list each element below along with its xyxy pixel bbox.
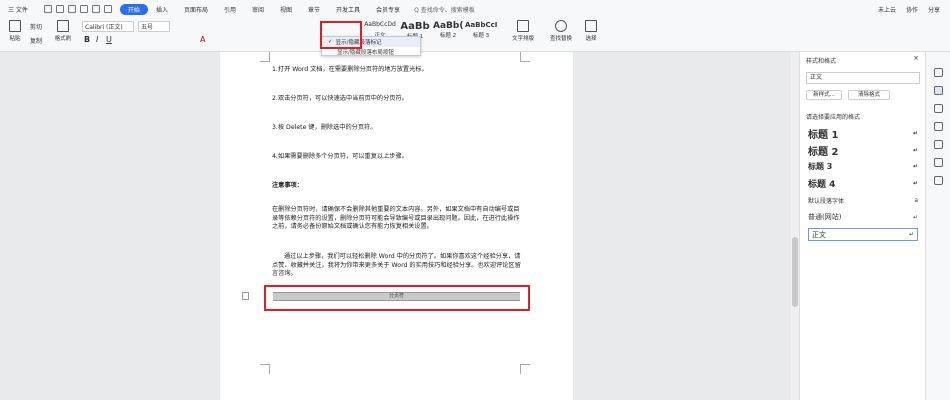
redo-icon[interactable] xyxy=(103,5,112,13)
format-painter-icon xyxy=(57,20,69,32)
tab-member[interactable]: 会员专享 xyxy=(368,5,408,14)
doc-line: 1.打开 Word 文档，在需要删除分页符的地方放置光标。 xyxy=(272,66,428,73)
right-sidebar xyxy=(925,52,950,400)
apply-label: 请选择要应用的格式 xyxy=(806,114,861,121)
return-icon: ↵ xyxy=(912,130,918,137)
top-right-actions: 未上云 协作 分享 xyxy=(878,5,950,14)
text-layout-icon xyxy=(517,20,529,32)
style-heading-2[interactable]: AaBb( 标题 2 xyxy=(432,20,464,40)
margin-corner xyxy=(520,364,530,374)
style-item[interactable]: 标题 2 ↵ xyxy=(808,143,918,158)
paragraph-mark-dropdown: ✓ 显示/隐藏段落标记 显示/隐藏段落布局按钮 xyxy=(321,36,421,56)
return-icon: ↵ xyxy=(912,213,918,221)
cloud-status[interactable]: 未上云 xyxy=(878,5,896,14)
share-button[interactable]: 分享 xyxy=(928,5,940,14)
bold-button[interactable]: B xyxy=(84,35,90,44)
font-size-select[interactable]: 五号 xyxy=(138,21,170,32)
print-icon[interactable] xyxy=(67,5,76,13)
style-heading-3[interactable]: AaBbCcI 标题 3 xyxy=(464,20,498,40)
vertical-scrollbar[interactable] xyxy=(791,52,799,400)
scrollbar-thumb[interactable] xyxy=(792,237,798,307)
cursor-icon[interactable] xyxy=(934,104,943,113)
style-item-selected[interactable]: 正文 ↵ xyxy=(808,228,918,241)
save-icon[interactable] xyxy=(43,5,52,13)
style-item[interactable]: 默认段落字体 a xyxy=(808,196,918,205)
underline-button[interactable]: U xyxy=(106,35,112,44)
print-preview-icon[interactable] xyxy=(79,5,88,13)
document-page: 1.打开 Word 文档，在需要删除分页符的地方放置光标。 2.双击分页符，可以… xyxy=(220,52,573,400)
ribbon: 粘贴 剪切 复制 格式刷 Calibri (正文) 五号 B I U A AaB… xyxy=(0,18,950,52)
new-style-button[interactable]: 新样式... xyxy=(806,90,842,100)
menu-bar: 三 文件 开始 插入 页面布局 引用 审阅 视图 章节 开发工具 会员专享 Q … xyxy=(0,0,950,18)
doc-line: 3.按 Delete 键，删除选中的分页符。 xyxy=(272,124,377,131)
return-icon: ↵ xyxy=(912,180,918,187)
select-button[interactable]: 选择 xyxy=(580,20,602,42)
paste-button[interactable]: 粘贴 xyxy=(4,20,26,42)
styles-panel: 样式和格式 × 正文 新样式... 清除格式 请选择要应用的格式 标题 1 ↵ 标… xyxy=(799,52,925,400)
tab-developer[interactable]: 开发工具 xyxy=(328,5,368,14)
return-icon: ↵ xyxy=(908,231,914,238)
panel-title: 样式和格式 xyxy=(806,58,837,65)
undo-icon[interactable] xyxy=(91,5,100,13)
tab-home[interactable]: 开始 xyxy=(119,3,148,15)
font-color-button[interactable]: A xyxy=(200,35,205,44)
format-painter-button[interactable]: 格式刷 xyxy=(52,20,74,42)
quick-access-toolbar xyxy=(43,5,112,13)
doc-line: 4.如果需要删除多个分页符，可以重复以上步骤。 xyxy=(272,153,408,160)
style-sidebar-icon[interactable] xyxy=(934,68,943,77)
settings-icon[interactable] xyxy=(934,122,943,131)
italic-button[interactable]: I xyxy=(96,35,98,44)
char-style-icon: a xyxy=(914,197,918,204)
text-layout-button[interactable]: 文字排版 xyxy=(508,20,538,42)
doc-heading: 注意事项： xyxy=(272,182,303,189)
tab-references[interactable]: 引用 xyxy=(216,5,244,14)
clear-format-button[interactable]: 清除格式 xyxy=(848,90,890,100)
return-icon: ↵ xyxy=(912,147,918,154)
close-icon[interactable]: × xyxy=(913,54,919,62)
tab-view[interactable]: 视图 xyxy=(272,5,300,14)
toggle-paragraph-marks[interactable]: ✓ 显示/隐藏段落标记 xyxy=(322,37,420,47)
cut-button[interactable]: 剪切 xyxy=(30,22,42,31)
command-search[interactable]: Q 查找命令、搜索模板 xyxy=(414,5,475,14)
margin-corner xyxy=(260,364,270,374)
collaborate-button[interactable]: 协作 xyxy=(906,5,918,14)
location-icon[interactable] xyxy=(934,158,943,167)
style-item[interactable]: 普通(网站) ↵ xyxy=(808,212,918,222)
paste-icon xyxy=(9,20,21,32)
share-icon[interactable] xyxy=(934,140,943,149)
current-style-select[interactable]: 正文 xyxy=(806,72,920,84)
tab-section[interactable]: 章节 xyxy=(300,5,328,14)
file-menu[interactable]: 三 文件 xyxy=(0,5,36,14)
tab-review[interactable]: 审阅 xyxy=(244,5,272,14)
export-pdf-icon[interactable] xyxy=(55,5,64,13)
return-icon: ↵ xyxy=(912,163,918,170)
style-item[interactable]: 标题 1 ↵ xyxy=(808,126,918,141)
check-icon: ✓ xyxy=(328,39,333,45)
margin-corner xyxy=(520,52,530,62)
doc-paragraph: 在删除分页符时，请确保不会删除其他重要的文本内容。另外，如果文档中有自动编号或目… xyxy=(272,206,520,231)
book-icon[interactable] xyxy=(934,176,943,185)
paragraph-layout-icon[interactable] xyxy=(242,292,249,300)
font-name-select[interactable]: Calibri (正文) xyxy=(82,21,134,32)
cursor-icon xyxy=(585,20,597,32)
doc-paragraph: 通过以上步骤，我们可以轻松删除 Word 中的分页符了。如果你喜欢这个经验分享，… xyxy=(272,253,521,278)
copy-button[interactable]: 复制 xyxy=(30,36,42,45)
toggle-paragraph-layout[interactable]: 显示/隐藏段落布局按钮 xyxy=(322,47,420,57)
find-replace-button[interactable]: 查找替换 xyxy=(546,20,576,42)
style-item[interactable]: 标题 4 ↵ xyxy=(808,177,918,190)
page-break[interactable]: 分页符 xyxy=(273,292,520,301)
tab-page-layout[interactable]: 页面布局 xyxy=(176,5,216,14)
style-item[interactable]: 标题 3 ↵ xyxy=(808,161,918,172)
pen-icon[interactable] xyxy=(934,86,943,95)
tab-insert[interactable]: 插入 xyxy=(148,5,176,14)
search-icon xyxy=(555,20,567,32)
doc-line: 2.双击分页符，可以快速选中当前页中的分页符。 xyxy=(272,95,408,102)
margin-corner xyxy=(260,52,270,62)
